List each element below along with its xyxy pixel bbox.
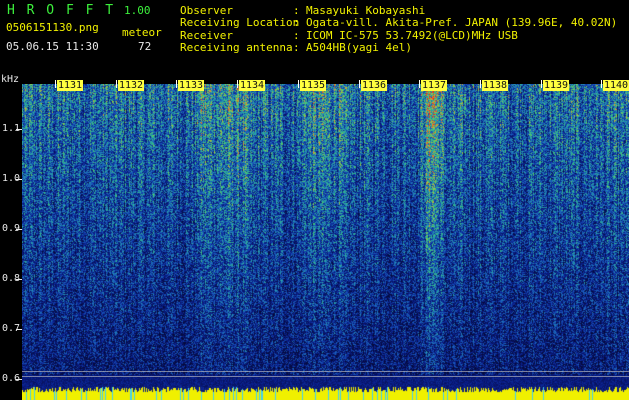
observer-value: Masayuki Kobayashi (306, 4, 426, 17)
x-tick-label: 1136 (361, 80, 388, 91)
x-tick-label: 1140 (603, 80, 629, 91)
x-tick-mark (601, 80, 602, 88)
app-version: 1.00 (124, 4, 151, 17)
x-tick-label: 1139 (543, 80, 570, 91)
x-tick-label: 1131 (57, 80, 84, 91)
x-tick-mark (359, 80, 360, 88)
location-value: Ogata-vill. Akita-Pref. JAPAN (139.96E, … (306, 16, 618, 29)
observer-sep: : (293, 4, 300, 17)
x-tick-label: 1135 (300, 80, 327, 91)
x-tick-mark (116, 80, 117, 88)
x-tick-mark (298, 80, 299, 88)
location-label: Receiving Location (180, 16, 300, 29)
spectrogram (22, 84, 629, 400)
x-tick-label: 1132 (118, 80, 145, 91)
antenna-value: A504HB(yagi 4el) (306, 41, 412, 54)
x-tick-mark (237, 80, 238, 88)
x-tick-mark (541, 80, 542, 88)
x-tick-mark (419, 80, 420, 88)
x-tick-mark (480, 80, 481, 88)
timestamp: 05.06.15 11:30 (6, 40, 99, 53)
y-tick-mark (16, 129, 22, 130)
x-tick-mark (55, 80, 56, 88)
receiver-label: Receiver (180, 29, 233, 42)
receiver-value: ICOM IC-575 53.7492(@LCD)MHz USB (306, 29, 518, 42)
y-tick-mark (16, 279, 22, 280)
y-tick-mark (16, 229, 22, 230)
y-tick-mark (16, 329, 22, 330)
x-tick-label: 1133 (178, 80, 205, 91)
image-filename: 0506151130.png (6, 21, 99, 34)
y-tick-mark (16, 379, 22, 380)
hrofft-window: H R O F F T 1.00 0506151130.png meteor 0… (0, 0, 629, 400)
y-axis-unit: kHz (1, 74, 20, 85)
reference-line (22, 371, 629, 372)
location-sep: : (293, 16, 300, 29)
x-tick-label: 1137 (421, 80, 448, 91)
echo-count: 72 (138, 40, 152, 53)
observer-label: Observer (180, 4, 233, 17)
receiver-sep: : (293, 29, 300, 42)
y-tick-mark (16, 179, 22, 180)
reference-line (22, 376, 629, 377)
antenna-label: Receiving antenna (180, 41, 293, 54)
x-tick-label: 1134 (239, 80, 266, 91)
mode-label: meteor (122, 26, 162, 39)
spectrogram-canvas (22, 84, 629, 400)
antenna-sep: : (293, 41, 300, 54)
x-tick-label: 1138 (482, 80, 509, 91)
x-tick-mark (176, 80, 177, 88)
app-title: H R O F F T (7, 3, 116, 18)
